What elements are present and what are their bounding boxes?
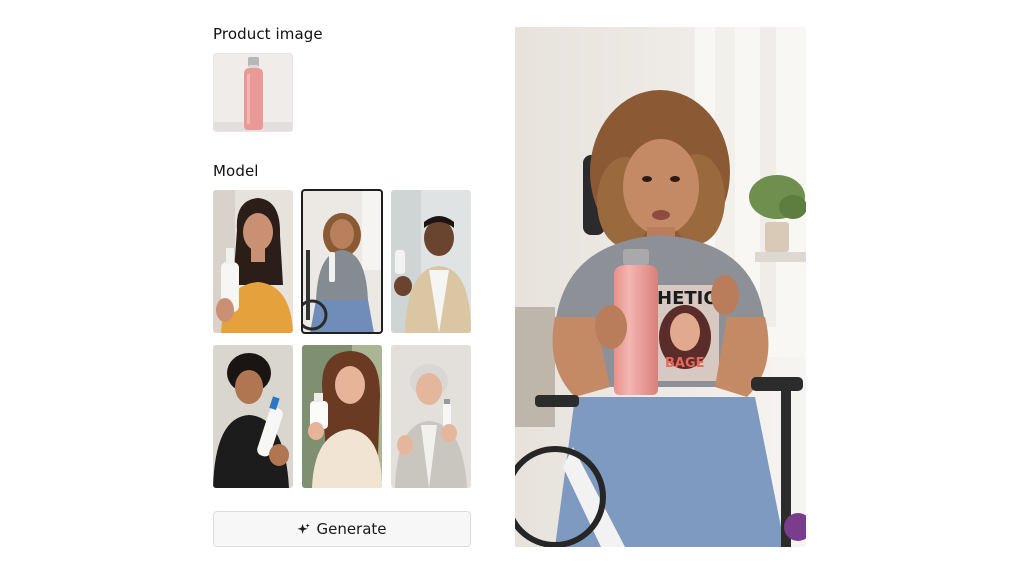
pink-bottle-icon: [214, 54, 292, 131]
woman-wheelchair-icon: [302, 190, 382, 333]
generated-preview-icon: HETIOS BAGE: [515, 27, 806, 547]
shirt-text-2: BAGE: [665, 356, 705, 371]
generate-label: Generate: [316, 520, 387, 538]
model-grid: [213, 189, 471, 488]
model-option-1[interactable]: [213, 190, 293, 333]
model-option-2[interactable]: [301, 189, 383, 334]
woman-orange-sweater-icon: [213, 190, 293, 333]
teen-black-shirt-icon: [213, 345, 293, 488]
sparkle-icon: [297, 522, 311, 534]
model-title: Model: [213, 162, 259, 180]
model-option-3[interactable]: [391, 190, 471, 333]
left-panel: Product image Model Generate: [213, 20, 471, 550]
woman-cream-top-icon: [302, 345, 382, 488]
man-beige-jacket-icon: [391, 190, 471, 333]
product-image-title: Product image: [213, 25, 323, 43]
model-option-6[interactable]: [391, 345, 471, 488]
product-thumbnail[interactable]: [213, 53, 293, 132]
generate-button[interactable]: Generate: [213, 511, 471, 547]
model-option-4[interactable]: [213, 345, 293, 488]
model-option-5[interactable]: [302, 345, 382, 488]
generated-preview: HETIOS BAGE: [515, 27, 806, 547]
elderly-woman-cardigan-icon: [391, 345, 471, 488]
